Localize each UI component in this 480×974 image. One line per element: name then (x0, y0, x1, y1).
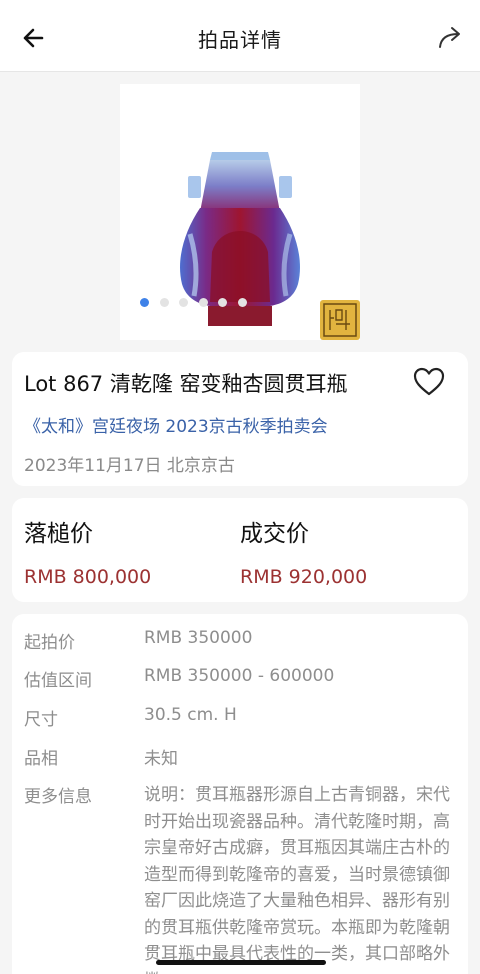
lot-image-carousel[interactable] (120, 84, 360, 340)
lot-title-card: Lot 867 清乾隆 窑变釉杏圆贯耳瓶 《太和》宫廷夜场 2023京古秋季拍卖… (12, 352, 468, 486)
carousel-dot[interactable] (199, 298, 208, 307)
top-nav-bar: 拍品详情 (0, 0, 480, 72)
hammer-price-label: 落槌价 (24, 521, 93, 547)
starting-price-value: RMB 350000 (144, 628, 253, 648)
auction-session-link[interactable]: 《太和》宫廷夜场 2023京古秋季拍卖会 (24, 412, 328, 437)
hammer-price-value: RMB 800,000 (24, 566, 152, 588)
more-info-label: 更多信息 (24, 787, 92, 807)
lot-title: Lot 867 清乾隆 窑变釉杏圆贯耳瓶 (24, 372, 348, 396)
price-card: 落槌价 RMB 800,000 成交价 RMB 920,000 (12, 498, 468, 602)
carousel-dot[interactable] (179, 298, 188, 307)
size-label: 尺寸 (24, 710, 58, 730)
favorite-button[interactable] (412, 366, 446, 398)
seal-stamp-icon (320, 300, 360, 340)
estimate-label: 估值区间 (24, 671, 92, 691)
final-price-label: 成交价 (240, 521, 309, 547)
home-indicator[interactable] (156, 960, 326, 965)
condition-label: 品相 (24, 749, 58, 769)
carousel-dot[interactable] (238, 298, 247, 307)
carousel-dot[interactable] (140, 298, 149, 307)
share-button[interactable] (434, 22, 466, 54)
lot-info-card: 起拍价 RMB 350000 估值区间 RMB 350000 - 600000 … (12, 614, 468, 974)
heart-outline-icon (413, 367, 445, 396)
carousel-dot[interactable] (218, 298, 227, 307)
condition-value: 未知 (144, 749, 178, 769)
lot-description: 说明：贯耳瓶器形源自上古青铜器，宋代时开始出现瓷器品种。清代乾隆时期，高宗皇帝好… (144, 785, 450, 974)
page-title: 拍品详情 (198, 28, 282, 52)
estimate-value: RMB 350000 - 600000 (144, 666, 335, 686)
size-value: 30.5 cm. H (144, 705, 237, 725)
starting-price-label: 起拍价 (24, 633, 75, 653)
final-price-value: RMB 920,000 (240, 566, 368, 588)
auction-date-location: 2023年11月17日 北京京古 (24, 456, 235, 476)
carousel-dot[interactable] (160, 298, 169, 307)
share-arrow-icon (439, 27, 460, 48)
